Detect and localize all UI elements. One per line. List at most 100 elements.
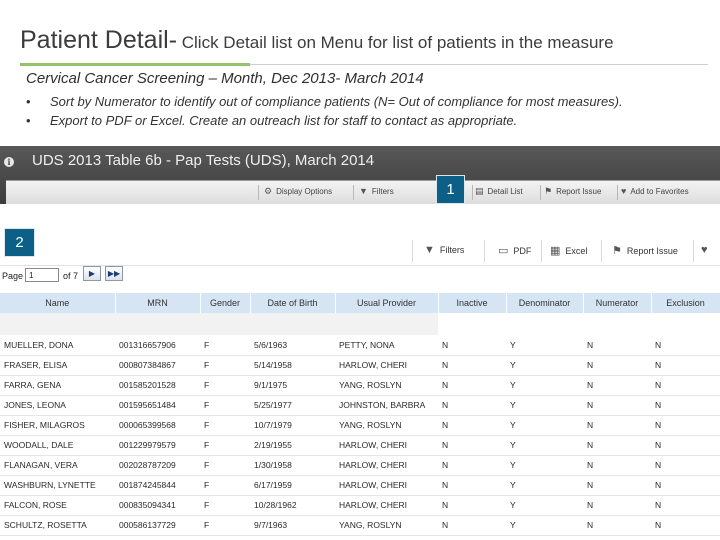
info-icon[interactable]: i [4,157,14,167]
name-cell: FISHER, MILAGROS [0,415,115,436]
name-cell: JONES, LEONA [0,395,115,416]
column-header[interactable]: Gender [200,293,251,313]
report-window: i UDS 2013 Table 6b - Pap Tests (UDS), M… [0,146,720,540]
excel-export-button[interactable]: ▦ Excel [550,244,587,257]
favorites-button[interactable]: ♥ [701,244,713,256]
mrn-cell: 000586137729 [115,515,200,536]
detail-toolbar: ▼ Filters ▭ PDF ▦ Excel ⚑ Report Issue ♥ [0,236,720,266]
mrn-cell: 001874245844 [115,475,200,496]
column-header[interactable]: Denominator [506,293,584,313]
filter-icon: ▼ [424,244,435,256]
column-header[interactable]: Numerator [583,293,652,313]
next-page-button[interactable]: ▶ [83,266,101,281]
table-row[interactable]: JONES, LEONA 001595651484 F 5/25/1977 JOHNST… [0,395,720,416]
provider-cell: HARLOW, CHERI [335,455,438,476]
name-cell: SCHULTZ, ROSETTA [0,515,115,536]
pdf-export-button[interactable]: ▭ PDF [498,244,531,257]
denominator-cell: Y [506,435,583,456]
patient-table: Name MRN Gender Date of Birth Usual Prov… [0,293,720,536]
add-to-favorites-button[interactable]: ♥ Add to Favorites [621,186,689,196]
table-row[interactable]: FALCON, ROSE 000835094341 F 10/28/1962 HARLO… [0,495,720,516]
name-cell: FLANAGAN, VERA [0,455,115,476]
inactive-cell: N [438,515,506,536]
provider-cell: JOHNSTON, BARBRA [335,395,438,416]
table-row[interactable]: MUELLER, DONA 001316657906 F 5/6/1963 PETTY,… [0,335,720,356]
inactive-cell: N [438,435,506,456]
gender-cell: F [200,455,250,476]
mrn-cell: 001316657906 [115,335,200,356]
column-header[interactable]: Name [0,293,116,313]
denominator-cell: Y [506,495,583,516]
slide-title-rest: Click Detail list on Menu for list of pa… [177,33,614,52]
flag-icon: ⚑ [544,186,553,196]
table-row[interactable]: FLANAGAN, VERA 002028787209 F 1/30/1958 HARL… [0,455,720,476]
mrn-cell: 000835094341 [115,495,200,516]
detail-list-button[interactable]: ▤ Detail List [475,186,523,197]
mrn-cell: 001595651484 [115,395,200,416]
dob-cell: 10/7/1979 [250,415,335,436]
empty-cell [200,313,250,335]
numerator-cell: N [583,355,651,376]
table-row[interactable]: FISHER, MILAGROS 000065399568 F 10/7/1979 YA… [0,415,720,436]
report-issue-button[interactable]: ⚑ Report Issue [612,244,678,257]
inactive-cell: N [438,495,506,516]
pager-label: Page [2,271,24,281]
table-header-row: Name MRN Gender Date of Birth Usual Prov… [0,293,720,313]
denominator-cell: Y [506,335,583,356]
slide-title-bold: Patient Detail- [20,26,178,54]
table-row[interactable]: FRASER, ELISA 000807384867 F 5/14/1958 HARLO… [0,355,720,376]
toolbar-separator [617,185,618,200]
column-header[interactable]: Usual Provider [335,293,439,313]
column-header[interactable]: Inactive [438,293,507,313]
double-chevron-right-icon: ▶▶ [107,269,121,278]
table-row[interactable]: WASHBURN, LYNETTE 001874245844 F 6/17/1959 H… [0,475,720,496]
numerator-cell: N [583,335,651,356]
last-page-button[interactable]: ▶▶ [105,266,123,281]
report-issue-button[interactable]: ⚑ Report Issue [544,186,601,197]
numerator-cell: N [583,495,651,516]
filters-button[interactable]: ▼ Filters [424,244,464,256]
gear-icon: ⚙ [264,186,273,196]
column-header[interactable]: MRN [115,293,201,313]
name-cell: FARRA, GENA [0,375,115,396]
page-number-input[interactable] [25,268,59,282]
toolbar-separator [412,240,413,262]
mrn-cell: 001229979579 [115,435,200,456]
exclusion-cell: N [651,375,720,396]
slide-subtitle: Cervical Cancer Screening – Month, Dec 2… [26,70,424,87]
empty-cell [0,313,115,335]
name-cell: FALCON, ROSE [0,495,115,516]
toolbar-separator [601,240,602,262]
column-header[interactable]: Date of Birth [250,293,336,313]
provider-cell: YANG, ROSLYN [335,515,438,536]
gender-cell: F [200,335,250,356]
filters-button[interactable]: ▼ Filters [359,186,394,196]
toolbar-separator [472,185,473,200]
denominator-cell: Y [506,475,583,496]
report-title: UDS 2013 Table 6b - Pap Tests (UDS), Mar… [32,152,375,169]
inactive-cell: N [438,455,506,476]
gender-cell: F [200,435,250,456]
pager: Page of 7 ▶ ▶▶ [0,266,200,286]
exclusion-cell: N [651,415,720,436]
empty-cell [583,313,651,335]
numerator-cell: N [583,435,651,456]
bullet-list: Sort by Numerator to identify out of com… [26,94,623,132]
table-row[interactable]: FARRA, GENA 001585201528 F 9/1/1975 YANG, RO… [0,375,720,396]
inactive-cell: N [438,335,506,356]
exclusion-cell: N [651,395,720,416]
bullet-item: Sort by Numerator to identify out of com… [26,94,623,113]
empty-cell [250,313,335,335]
denominator-cell: Y [506,375,583,396]
toolbar-separator [484,240,485,262]
gender-cell: F [200,495,250,516]
dob-cell: 5/25/1977 [250,395,335,416]
column-header[interactable]: Exclusion [651,293,720,313]
list-icon: ▤ [475,186,484,196]
display-options-button[interactable]: ⚙ Display Options [264,186,332,197]
table-row[interactable]: WOODALL, DALE 001229979579 F 2/19/1955 HARLO… [0,435,720,456]
pdf-icon: ▭ [498,245,509,257]
table-row[interactable]: SCHULTZ, ROSETTA 000586137729 F 9/7/1963 YAN… [0,515,720,536]
mrn-cell: 001585201528 [115,375,200,396]
gender-cell: F [200,415,250,436]
